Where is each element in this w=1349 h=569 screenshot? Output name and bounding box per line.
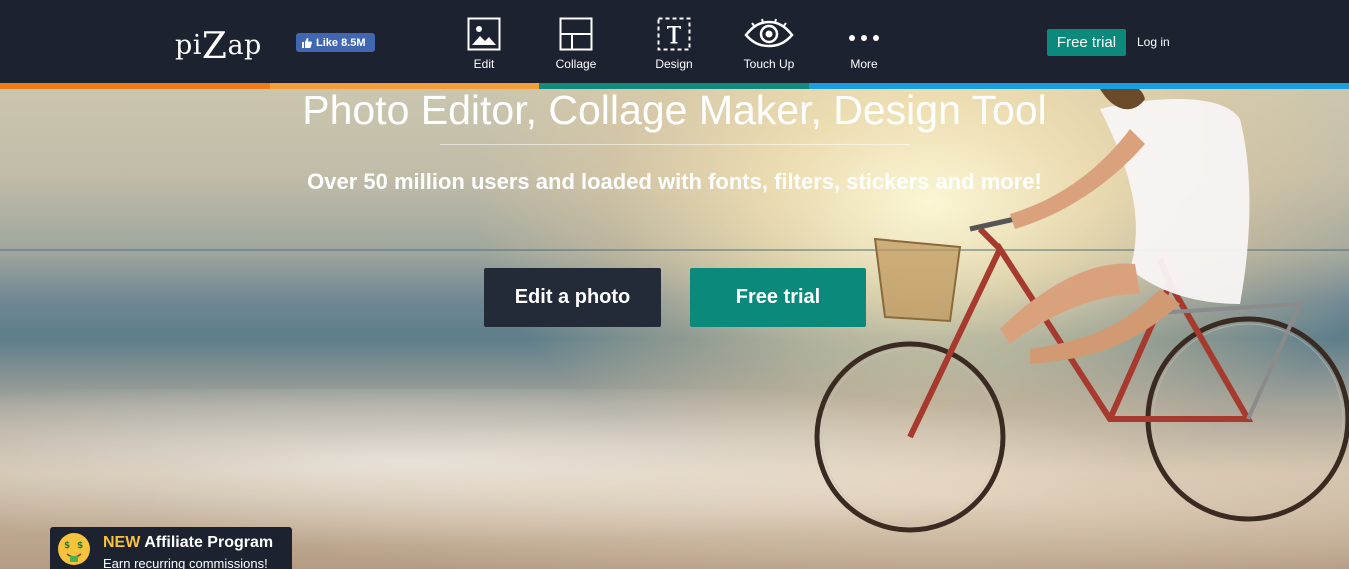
nav-tool-edit[interactable]: Edit [449,17,519,71]
nav-tool-label: Design [655,57,693,71]
nav-tool-touch-up[interactable]: Touch Up [734,17,804,71]
affiliate-subtitle: Earn recurring commissions! [103,556,268,569]
money-face-icon: $ $ [58,533,90,565]
pizap-logo[interactable]: piZap [175,22,262,67]
text-icon [657,17,691,51]
login-link[interactable]: Log in [1137,35,1170,49]
svg-text:$: $ [77,541,83,551]
nav-tool-label: Edit [473,57,495,71]
hero-cyclist-image [814,89,1349,533]
facebook-like-button[interactable]: Like 8.5M [296,33,375,52]
more-dots-icon [849,35,879,41]
nav-tool-label: Touch Up [743,57,795,71]
headline-divider [440,144,910,145]
eye-icon [744,18,794,48]
hero-subline: Over 50 million users and loaded with fo… [307,169,1042,194]
nav-tool-more[interactable]: More [829,17,899,71]
affiliate-title-text: Affiliate Program [144,534,274,551]
nav-tool-label: Collage [555,57,597,71]
nav-tool-design[interactable]: Design [639,17,709,71]
nav-tool-label: More [850,57,878,71]
hero-section: Photo Editor, Collage Maker, Design Tool… [0,89,1349,569]
top-nav: piZap Like 8.5M Edit Collage Design Touc… [0,0,1349,83]
affiliate-new-badge: NEW [103,534,141,551]
facebook-like-count: Like 8.5M [316,36,366,49]
nav-free-trial-button[interactable]: Free trial [1047,29,1126,56]
hero-free-trial-button[interactable]: Free trial [690,268,866,327]
affiliate-title: NEW Affiliate Program [103,534,273,552]
collage-icon [559,17,593,51]
edit-photo-button[interactable]: Edit a photo [484,268,661,327]
thumbs-up-icon [302,37,312,48]
affiliate-banner[interactable]: $ $ NEW Affiliate Program Earn recurring… [50,527,292,569]
nav-tool-collage[interactable]: Collage [541,17,611,71]
hero-headline: Photo Editor, Collage Maker, Design Tool [302,89,1047,133]
image-icon [467,17,501,51]
svg-text:$: $ [64,541,70,551]
